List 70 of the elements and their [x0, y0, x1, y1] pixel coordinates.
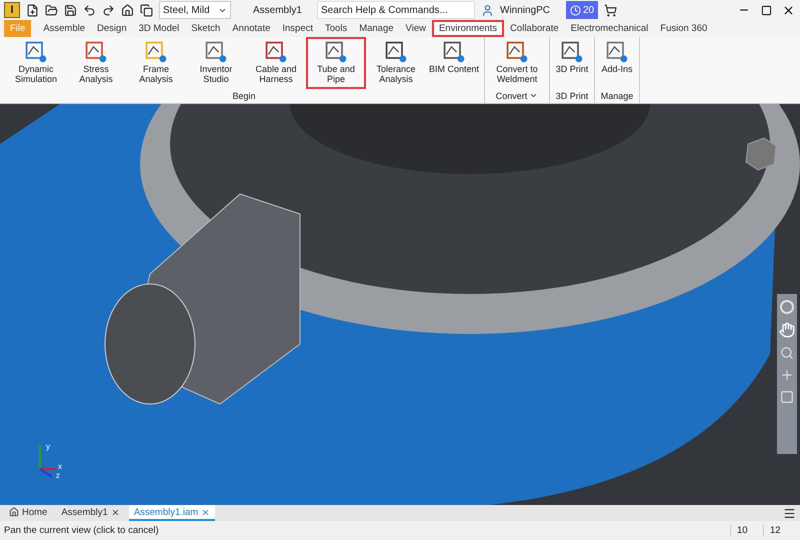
close-icon	[782, 4, 794, 16]
app-logo[interactable]: I	[4, 2, 20, 18]
undo-icon[interactable]	[83, 4, 96, 16]
group-label: Manage	[600, 90, 634, 100]
ribbon-tab[interactable]: 3D Model	[132, 20, 186, 37]
ribbon-button[interactable]: Frame Analysis	[126, 37, 186, 89]
maximize-icon	[760, 4, 772, 16]
open-folder-icon[interactable]	[45, 4, 58, 16]
status-message: Pan the current view (click to cancel)	[4, 525, 160, 536]
ribbon-button[interactable]: Tolerance Analysis	[366, 37, 426, 89]
ribbon-button[interactable]: Inventor Studio	[186, 37, 246, 89]
menu-icon[interactable]	[783, 506, 796, 520]
group-label: 3D Print	[556, 90, 588, 100]
tool-icon	[504, 40, 530, 64]
ribbon-button[interactable]: Dynamic Simulation	[6, 37, 66, 89]
tool-icon	[263, 40, 289, 64]
user-icon	[481, 4, 494, 16]
status-field: 10	[730, 525, 763, 536]
ribbon-tab[interactable]: Tools	[319, 20, 354, 37]
user-name[interactable]: WinningPC	[500, 4, 560, 16]
ribbon-tab[interactable]: Design	[91, 20, 133, 37]
close-icon[interactable]	[110, 508, 120, 516]
tool-icon	[604, 40, 630, 64]
ribbon-tab[interactable]: Electromechanical	[564, 20, 654, 37]
document-tab[interactable]: Assembly1.iam	[128, 505, 216, 521]
pan-icon[interactable]	[779, 322, 795, 338]
ribbon-tab[interactable]: Inspect	[276, 20, 320, 37]
status-field: 12	[763, 525, 796, 536]
axis-triad-drawing: y x z	[32, 439, 66, 479]
copy-icon[interactable]	[140, 4, 153, 16]
redo-icon[interactable]	[102, 4, 115, 16]
trial-badge[interactable]: 20	[566, 1, 598, 19]
ribbon-tab[interactable]: View	[400, 20, 432, 37]
ribbon-tab[interactable]: Annotate	[226, 20, 276, 37]
ribbon-tab[interactable]: Manage	[353, 20, 400, 37]
tool-icon	[83, 40, 109, 64]
tool-icon	[143, 40, 169, 64]
document-tab[interactable]: Home	[4, 505, 52, 521]
group-label: Begin	[232, 90, 256, 100]
tool-icon	[23, 40, 49, 64]
group-label: Convert	[496, 90, 528, 100]
tool-icon	[441, 40, 468, 64]
clock-icon	[570, 4, 581, 16]
ribbon-button[interactable]: Add-Ins	[597, 37, 638, 89]
material-dropdown[interactable]: Steel, Mild	[159, 1, 231, 19]
tool-icon	[559, 40, 586, 64]
ribbon-tab[interactable]: Collaborate	[504, 20, 565, 37]
ribbon-tab[interactable]: Fusion 360	[654, 20, 714, 37]
tool-icon	[383, 40, 409, 64]
cart-icon[interactable]	[604, 4, 618, 16]
home-icon[interactable]	[121, 4, 134, 16]
ribbon-button[interactable]: BIM Content	[426, 37, 482, 89]
model-viewport[interactable]: y x z	[0, 104, 800, 505]
new-file-icon[interactable]	[26, 4, 39, 16]
caret-icon[interactable]	[529, 91, 538, 100]
ribbon-tab[interactable]: Sketch	[185, 20, 226, 37]
ribbon-button[interactable]: 3D Print	[552, 37, 592, 89]
document-tab[interactable]: Assembly1	[56, 505, 125, 521]
home-icon	[9, 507, 19, 517]
ribbon-button[interactable]: Cable and Harness	[246, 37, 306, 89]
ribbon-tab[interactable]: Assemble	[37, 20, 92, 37]
ribbon-button[interactable]: Convert to Weldment	[487, 37, 548, 89]
tool-icon	[323, 40, 349, 64]
ribbon-button[interactable]: Stress Analysis	[66, 37, 126, 89]
document-title: Assembly1	[253, 4, 303, 16]
ribbon-tab[interactable]: Environments	[432, 20, 504, 37]
tool-icon	[203, 40, 229, 64]
search-field[interactable]: Search Help & Commands...	[317, 1, 475, 19]
ribbon-button[interactable]: Tube and Pipe	[306, 37, 366, 89]
save-icon[interactable]	[64, 4, 77, 16]
